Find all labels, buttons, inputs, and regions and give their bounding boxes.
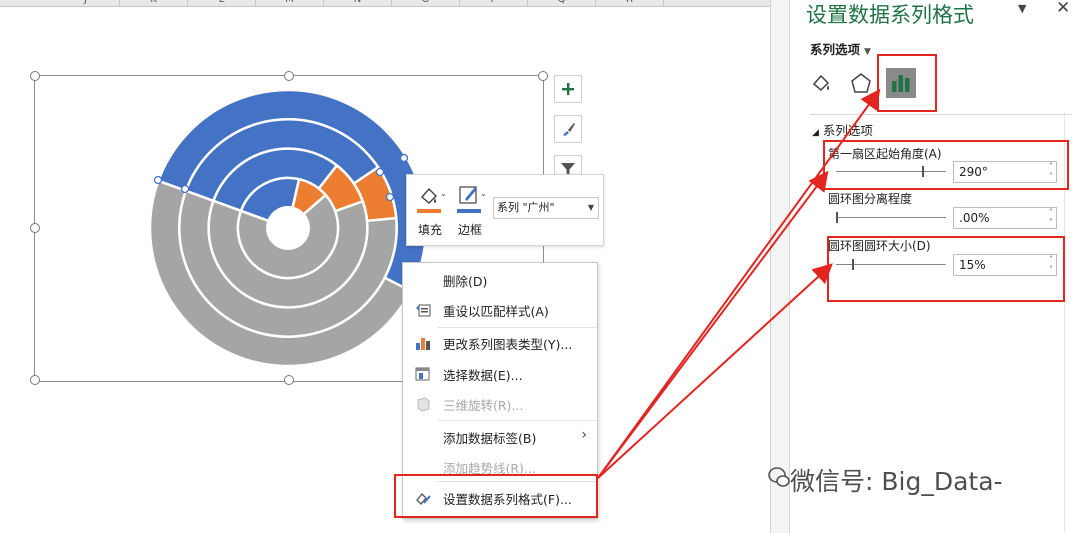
wechat-watermark: 微信号: Big_Data- — [790, 467, 1003, 496]
annotation-arrows — [597, 88, 881, 479]
wechat-icon — [768, 467, 790, 487]
